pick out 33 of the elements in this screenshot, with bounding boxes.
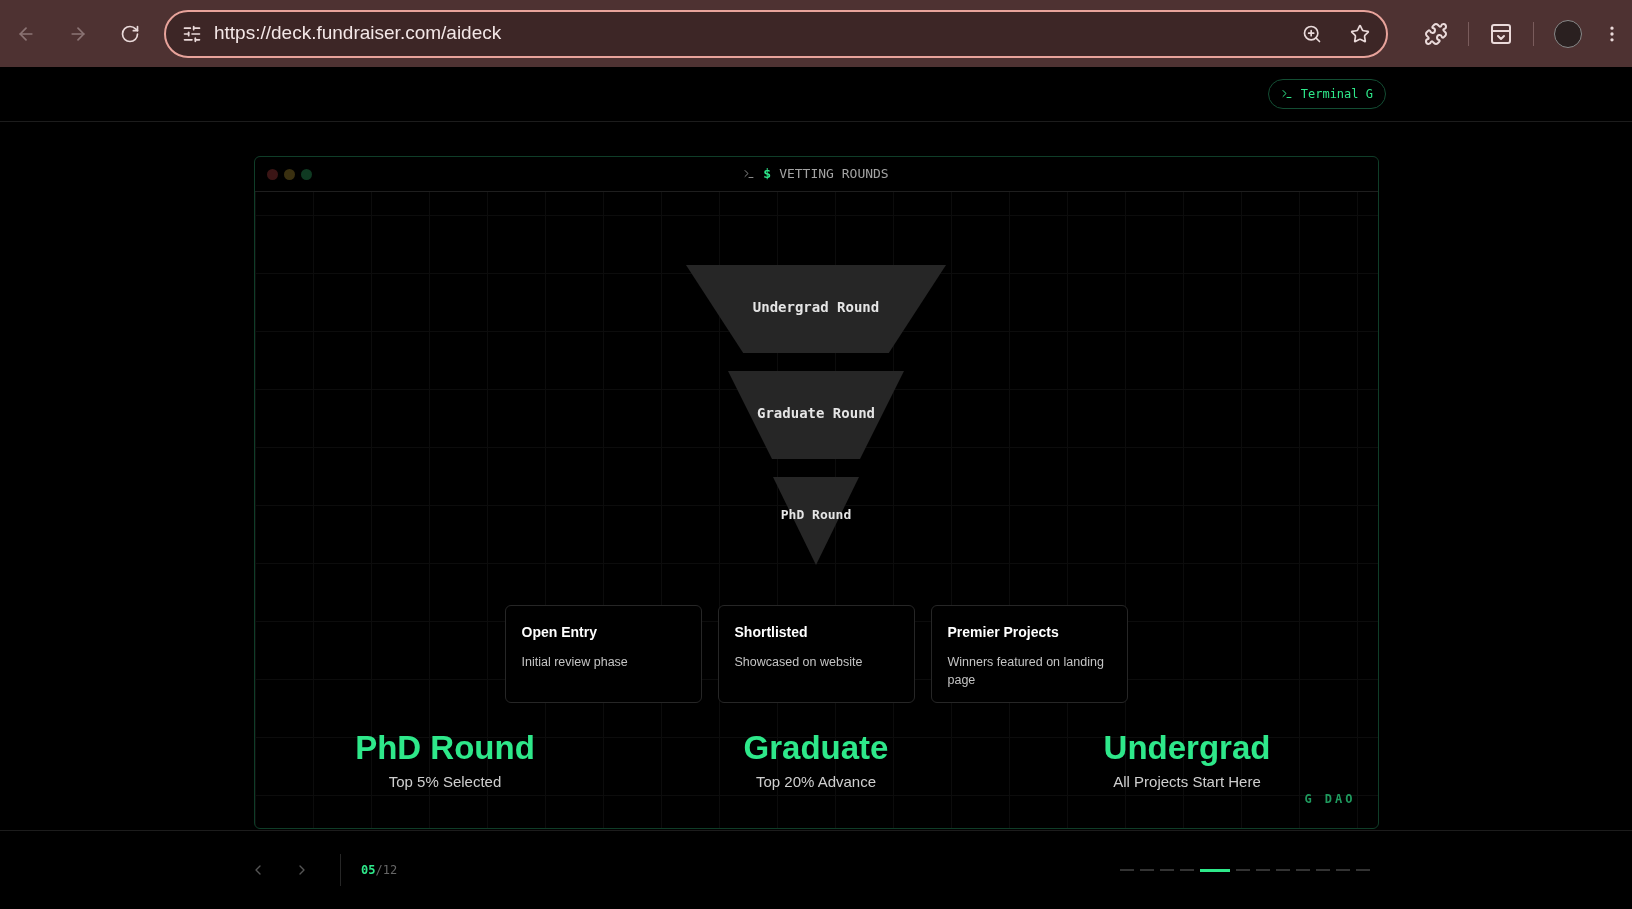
stage-title: Shortlisted	[734, 623, 809, 642]
prompt-sign: $	[763, 165, 772, 184]
slide-counter-current: 05	[361, 862, 376, 879]
stage-description: Showcased on website	[734, 654, 864, 671]
stat-caption: Top 20% Advance	[755, 772, 877, 792]
stage-title: Open Entry	[521, 623, 598, 642]
stat-caption: Top 5% Selected	[388, 772, 502, 792]
stage-description: Initial review phase	[521, 654, 629, 671]
funnel-stage: Undergrad Round	[686, 265, 946, 353]
stat-value: Graduate	[743, 729, 889, 767]
stat-value: Undergrad	[1103, 729, 1271, 767]
stat-caption: All Projects Start Here	[1113, 772, 1261, 792]
stat-value: PhD Round	[355, 729, 535, 767]
extensions-icon[interactable]	[1424, 21, 1448, 46]
tab-search-icon[interactable]	[1489, 21, 1513, 46]
profile-avatar[interactable]	[1554, 19, 1582, 48]
funnel-label: PhD Round	[780, 506, 852, 524]
site-settings-icon[interactable]	[182, 23, 202, 44]
funnel-stage: Graduate Round	[728, 371, 904, 459]
terminal-icon	[743, 168, 756, 180]
badge-label: Terminal G	[1300, 86, 1373, 103]
reload-icon[interactable]	[120, 23, 140, 44]
stage-title: Premier Projects	[947, 623, 1060, 642]
slide-counter-total: /12	[375, 862, 398, 879]
address-bar[interactable]: https://deck.fundraiser.com/aideck	[164, 9, 1388, 58]
stage-description: Winners featured on landing page	[947, 654, 1105, 689]
slide-title: VETTING ROUNDS	[779, 165, 889, 184]
zoom-icon[interactable]	[1302, 23, 1322, 44]
brand-label: G DAO	[1304, 790, 1356, 808]
terminal-icon	[1280, 88, 1293, 100]
url-text: https://deck.fundraiser.com/aideck	[214, 21, 503, 46]
bookmark-star-icon[interactable]	[1350, 23, 1370, 44]
slide-indicator[interactable]	[1200, 868, 1230, 872]
